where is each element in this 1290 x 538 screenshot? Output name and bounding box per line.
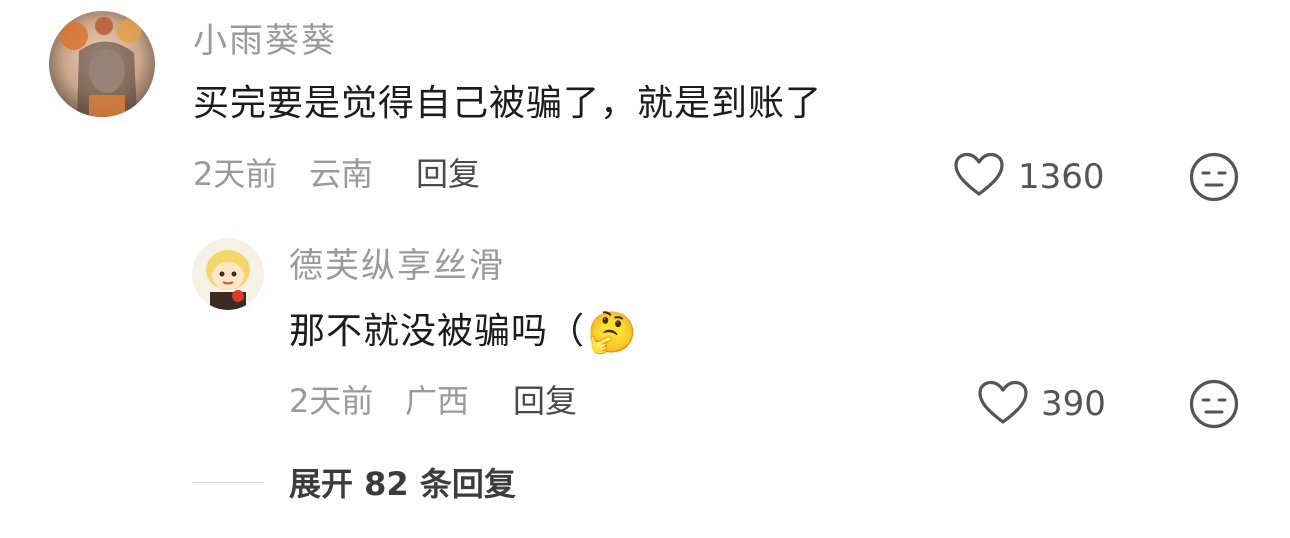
avatar[interactable] (49, 11, 155, 117)
reply-like-count: 390 (1041, 384, 1106, 424)
reply-avatar-image (192, 238, 264, 310)
neutral-face-icon (1189, 379, 1239, 429)
heart-outline-icon (954, 152, 1004, 196)
reply-like-button[interactable] (977, 380, 1029, 426)
like-count: 1360 (1018, 157, 1105, 197)
reply-time: 2天前 (289, 382, 374, 420)
expand-divider (192, 482, 264, 483)
reply-dislike-button[interactable] (1188, 378, 1240, 430)
comment-reply-button[interactable]: 回复 (416, 158, 480, 190)
reply-reply-button[interactable]: 回复 (513, 385, 577, 417)
reply-text-content: 那不就没被骗吗（ (289, 311, 586, 352)
avatar-image (49, 11, 155, 117)
neutral-face-icon (1189, 152, 1239, 202)
comment-text: 买完要是觉得自己被骗了，就是到账了 (193, 83, 823, 124)
like-button[interactable] (953, 152, 1005, 198)
expand-replies-button[interactable]: 展开 82 条回复 (289, 468, 516, 500)
reply-location: 广西 (405, 382, 470, 420)
comment-location: 云南 (309, 155, 374, 193)
reply-avatar[interactable] (192, 238, 264, 310)
comment-username[interactable]: 小雨葵葵 (193, 24, 337, 58)
dislike-button[interactable] (1188, 151, 1240, 203)
reply-text: 那不就没被骗吗（🤔 (289, 313, 638, 353)
reply-username[interactable]: 德芙纵享丝滑 (289, 249, 505, 283)
comment-time: 2天前 (193, 155, 278, 193)
thinking-face-emoji-icon: 🤔 (587, 310, 638, 356)
heart-outline-icon (978, 380, 1028, 424)
